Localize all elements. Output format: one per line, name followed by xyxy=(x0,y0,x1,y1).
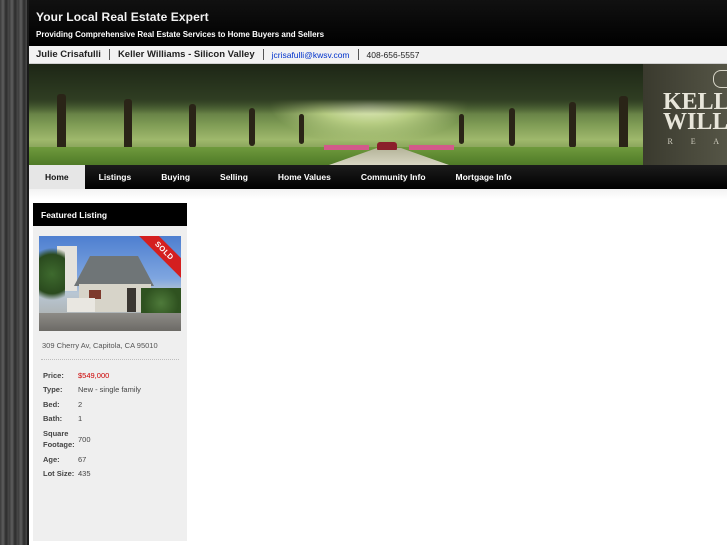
site-title[interactable]: Your Local Real Estate Expert xyxy=(36,10,727,24)
detail-value-bed: 2 xyxy=(78,399,83,409)
nav-home-values[interactable]: Home Values xyxy=(263,165,346,189)
photo-house-roof xyxy=(74,256,154,286)
detail-label: Bath: xyxy=(43,414,63,424)
photo-tree xyxy=(39,244,65,304)
tree-trunk xyxy=(459,114,464,144)
photo-fence xyxy=(67,298,95,312)
tree-trunk xyxy=(509,108,515,146)
left-decorative-strip xyxy=(0,0,29,545)
nav-listings[interactable]: Listings xyxy=(85,165,147,189)
nav-mortgage-info[interactable]: Mortgage Info xyxy=(441,165,527,189)
detail-row-age: Age: 67 xyxy=(43,452,187,467)
agent-company: Keller Williams - Silicon Valley xyxy=(117,49,255,60)
brokerage-logo-subtitle: R E A xyxy=(667,137,727,146)
brokerage-logo-panel: KELL WILL R E A xyxy=(643,64,727,165)
detail-label: Bed: xyxy=(43,399,60,409)
detail-label: Lot Size: xyxy=(43,469,75,479)
tree-trunk xyxy=(57,94,66,154)
nav-buying[interactable]: Buying xyxy=(146,165,205,189)
tree-trunk xyxy=(299,114,304,144)
separator xyxy=(262,49,264,60)
nav-home[interactable]: Home xyxy=(29,165,85,189)
brokerage-emblem-icon xyxy=(713,70,727,88)
main-nav: Home Listings Buying Selling Home Values… xyxy=(29,165,727,189)
featured-listing-panel: Featured Listing SOLD 309 Cherry Av, Cap… xyxy=(33,203,187,541)
tree-trunk xyxy=(124,99,132,151)
detail-label: Square Footage: xyxy=(43,429,75,449)
dotted-divider xyxy=(41,359,179,360)
nav-selling[interactable]: Selling xyxy=(205,165,263,189)
listing-details: Price: $549,000 Type: New - single famil… xyxy=(43,368,187,481)
detail-row-type: Type: New - single family xyxy=(43,383,187,398)
photo-street xyxy=(39,313,181,331)
agent-email-link[interactable]: jcrisafulli@kwsv.com xyxy=(272,50,350,60)
detail-value-type: New - single family xyxy=(78,385,141,395)
site-header: Your Local Real Estate Expert Providing … xyxy=(29,0,727,46)
tree-trunk xyxy=(189,104,196,148)
listing-photo[interactable]: SOLD xyxy=(39,236,181,331)
header-banner-image: KELL WILL R E A xyxy=(29,64,727,165)
nav-bottom-strip xyxy=(29,189,727,199)
detail-label: Price: xyxy=(43,370,64,380)
listing-address[interactable]: 309 Cherry Av, Capitola, CA 95010 xyxy=(42,341,187,350)
banner-car xyxy=(377,142,397,150)
agent-name: Julie Crisafulli xyxy=(36,49,101,60)
featured-listing-title: Featured Listing xyxy=(33,203,187,226)
detail-row-bath: Bath: 1 xyxy=(43,412,187,427)
photo-door xyxy=(127,288,136,312)
detail-row-bed: Bed: 2 xyxy=(43,397,187,412)
nav-community-info[interactable]: Community Info xyxy=(346,165,441,189)
brokerage-logo-line2: WILL xyxy=(663,109,727,135)
detail-value-lot-size: 435 xyxy=(78,469,91,479)
detail-value-square-footage: 700 xyxy=(78,434,91,444)
agent-phone: 408-656-5557 xyxy=(366,49,420,60)
site-tagline: Providing Comprehensive Real Estate Serv… xyxy=(36,30,325,39)
separator xyxy=(357,49,359,60)
detail-label: Age: xyxy=(43,454,60,464)
banner-flowers xyxy=(409,145,454,150)
contact-bar: Julie Crisafulli Keller Williams - Silic… xyxy=(29,46,727,64)
tree-trunk xyxy=(249,108,255,146)
detail-value-bath: 1 xyxy=(78,414,83,424)
separator xyxy=(108,49,110,60)
tree-trunk xyxy=(569,102,576,148)
detail-row-price: Price: $549,000 xyxy=(43,368,187,383)
brokerage-logo: KELL WILL xyxy=(663,90,727,135)
tree-trunk xyxy=(619,96,628,152)
detail-row-square-footage: Square Footage: 700 xyxy=(43,426,187,452)
detail-value-age: 67 xyxy=(78,454,87,464)
page: Your Local Real Estate Expert Providing … xyxy=(29,0,727,545)
detail-label: Type: xyxy=(43,385,63,395)
detail-row-lot-size: Lot Size: 435 xyxy=(43,467,187,482)
banner-flowers xyxy=(324,145,369,150)
detail-value-price: $549,000 xyxy=(78,370,110,380)
